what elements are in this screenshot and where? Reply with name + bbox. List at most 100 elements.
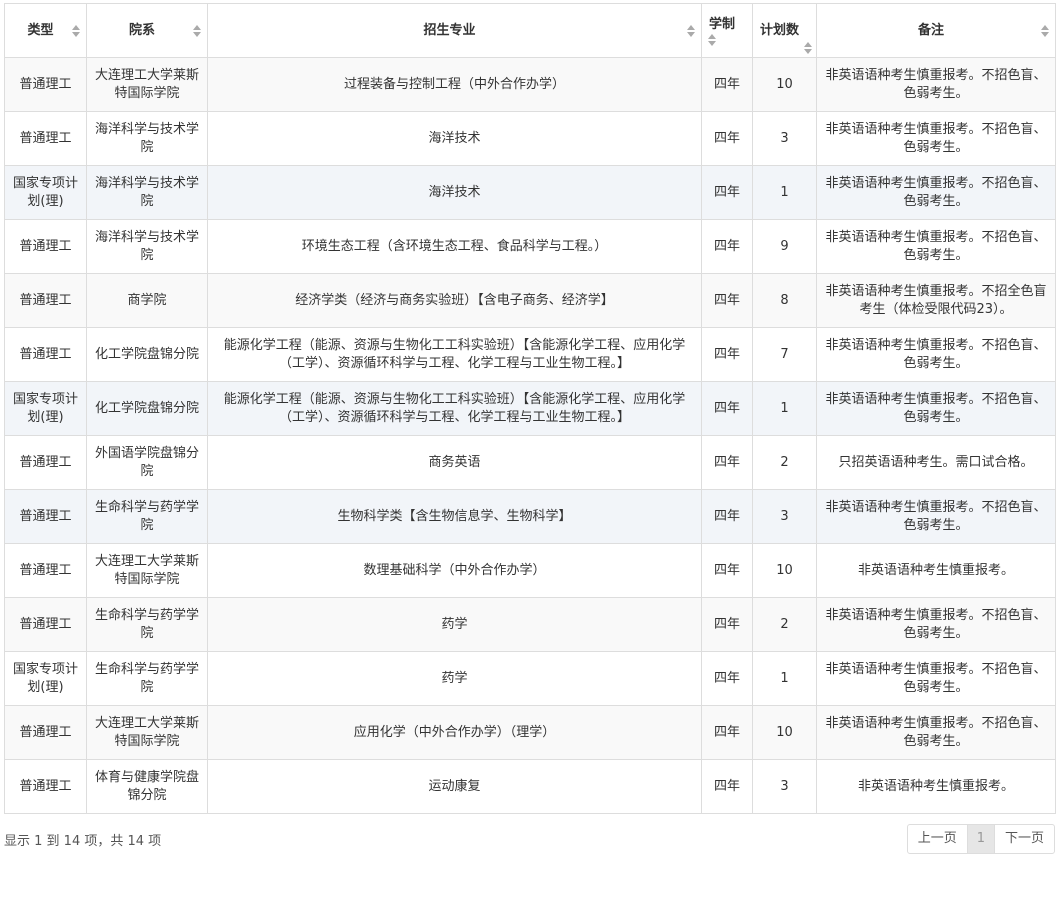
table-row: 普通理工 化工学院盘锦分院 能源化学工程（能源、资源与生物化工工科实验班）【含能源化… xyxy=(4,327,1056,382)
table-row: 国家专项计划(理) 化工学院盘锦分院 能源化学工程（能源、资源与生物化工工科实验班）… xyxy=(4,381,1056,436)
cell-note: 非英语语种考生慎重报考。不招色盲、色弱考生。 xyxy=(816,489,1056,544)
table-row: 国家专项计划(理) 海洋科学与技术学院 海洋技术 四年 1 非英语语种考生慎重报考。不招色… xyxy=(4,165,1056,220)
table-row: 普通理工 商学院 经济学类（经济与商务实验班）【含电子商务、经济学】 四年 8 非英语语种… xyxy=(4,273,1056,328)
column-header-note-label: 备注 xyxy=(917,22,944,38)
sort-icon[interactable] xyxy=(687,24,695,37)
cell-years: 四年 xyxy=(701,327,753,382)
cell-years: 四年 xyxy=(701,489,753,544)
cell-major: 经济学类（经济与商务实验班）【含电子商务、经济学】 xyxy=(207,273,702,328)
cell-note: 非英语语种考生慎重报考。不招色盲、色弱考生。 xyxy=(816,327,1056,382)
cell-years: 四年 xyxy=(701,543,753,598)
cell-major: 能源化学工程（能源、资源与生物化工工科实验班）【含能源化学工程、应用化学（工学）… xyxy=(207,327,702,382)
cell-note: 非英语语种考生慎重报考。不招色盲、色弱考生。 xyxy=(816,597,1056,652)
cell-dept: 外国语学院盘锦分院 xyxy=(86,435,208,490)
cell-years: 四年 xyxy=(701,705,753,760)
column-header-years[interactable]: 学制 xyxy=(701,3,753,58)
cell-type: 国家专项计划(理) xyxy=(4,165,87,220)
sort-icon[interactable] xyxy=(193,24,201,37)
table-row: 普通理工 海洋科学与技术学院 环境生态工程（含环境生态工程、食品科学与工程。） 四年 9… xyxy=(4,219,1056,274)
cell-plan: 1 xyxy=(752,165,817,220)
cell-plan: 1 xyxy=(752,651,817,706)
cell-dept: 海洋科学与技术学院 xyxy=(86,165,208,220)
cell-plan: 7 xyxy=(752,327,817,382)
cell-plan: 9 xyxy=(752,219,817,274)
cell-years: 四年 xyxy=(701,381,753,436)
table-body: 普通理工 大连理工大学莱斯特国际学院 过程装备与控制工程（中外合作办学） 四年 10 非英… xyxy=(4,57,1056,814)
table-row: 普通理工 大连理工大学莱斯特国际学院 数理基础科学（中外合作办学） 四年 10 非英语语种… xyxy=(4,543,1056,598)
cell-major: 数理基础科学（中外合作办学） xyxy=(207,543,702,598)
cell-type: 普通理工 xyxy=(4,759,87,814)
cell-major: 海洋技术 xyxy=(207,111,702,166)
cell-type: 普通理工 xyxy=(4,327,87,382)
table-header-row: 类型 院系 招生专业 学制 计划数 备注 xyxy=(4,3,1056,58)
cell-note: 非英语语种考生慎重报考。不招色盲、色弱考生。 xyxy=(816,57,1056,112)
column-header-plan[interactable]: 计划数 xyxy=(752,3,817,58)
cell-dept: 生命科学与药学学院 xyxy=(86,489,208,544)
page: 类型 院系 招生专业 学制 计划数 备注 普通理工 大连理工大学莱斯特国际学院 过程… xyxy=(0,0,1059,915)
cell-note: 非英语语种考生慎重报考。不招全色盲考生（体检受限代码23）。 xyxy=(816,273,1056,328)
page-1-button[interactable]: 1 xyxy=(966,824,995,854)
cell-years: 四年 xyxy=(701,111,753,166)
next-page-button[interactable]: 下一页 xyxy=(993,824,1055,854)
cell-major: 生物科学类【含生物信息学、生物科学】 xyxy=(207,489,702,544)
cell-type: 普通理工 xyxy=(4,219,87,274)
cell-dept: 化工学院盘锦分院 xyxy=(86,327,208,382)
column-header-plan-label: 计划数 xyxy=(759,22,799,38)
cell-plan: 10 xyxy=(752,705,817,760)
cell-major: 药学 xyxy=(207,597,702,652)
cell-major: 海洋技术 xyxy=(207,165,702,220)
cell-type: 普通理工 xyxy=(4,543,87,598)
sort-icon[interactable] xyxy=(72,24,80,37)
cell-dept: 大连理工大学莱斯特国际学院 xyxy=(86,705,208,760)
column-header-type[interactable]: 类型 xyxy=(4,3,87,58)
cell-dept: 化工学院盘锦分院 xyxy=(86,381,208,436)
cell-years: 四年 xyxy=(701,57,753,112)
cell-major: 环境生态工程（含环境生态工程、食品科学与工程。） xyxy=(207,219,702,274)
table-row: 普通理工 生命科学与药学学院 生物科学类【含生物信息学、生物科学】 四年 3 非英语语种考… xyxy=(4,489,1056,544)
cell-years: 四年 xyxy=(701,165,753,220)
cell-note: 非英语语种考生慎重报考。不招色盲、色弱考生。 xyxy=(816,219,1056,274)
pagination-info: 显示 1 到 14 项，共 14 项 xyxy=(4,834,162,849)
cell-note: 非英语语种考生慎重报考。 xyxy=(816,759,1056,814)
prev-page-button[interactable]: 上一页 xyxy=(906,824,968,854)
cell-note: 非英语语种考生慎重报考。不招色盲、色弱考生。 xyxy=(816,651,1056,706)
cell-major: 商务英语 xyxy=(207,435,702,490)
sort-icon[interactable] xyxy=(1041,24,1049,37)
cell-plan: 2 xyxy=(752,435,817,490)
cell-note: 非英语语种考生慎重报考。不招色盲、色弱考生。 xyxy=(816,705,1056,760)
cell-dept: 大连理工大学莱斯特国际学院 xyxy=(86,543,208,598)
table-row: 普通理工 大连理工大学莱斯特国际学院 过程装备与控制工程（中外合作办学） 四年 10 非英… xyxy=(4,57,1056,112)
cell-note: 非英语语种考生慎重报考。不招色盲、色弱考生。 xyxy=(816,381,1056,436)
cell-type: 普通理工 xyxy=(4,489,87,544)
admission-table: 类型 院系 招生专业 学制 计划数 备注 普通理工 大连理工大学莱斯特国际学院 过程… xyxy=(4,3,1056,814)
cell-note: 只招英语语种考生。需口试合格。 xyxy=(816,435,1056,490)
sort-icon[interactable] xyxy=(804,42,812,54)
cell-note: 非英语语种考生慎重报考。不招色盲、色弱考生。 xyxy=(816,165,1056,220)
cell-dept: 海洋科学与技术学院 xyxy=(86,219,208,274)
cell-dept: 大连理工大学莱斯特国际学院 xyxy=(86,57,208,112)
cell-type: 普通理工 xyxy=(4,597,87,652)
cell-plan: 10 xyxy=(752,57,817,112)
cell-years: 四年 xyxy=(701,273,753,328)
cell-major: 能源化学工程（能源、资源与生物化工工科实验班）【含能源化学工程、应用化学（工学）… xyxy=(207,381,702,436)
table-row: 普通理工 生命科学与药学学院 药学 四年 2 非英语语种考生慎重报考。不招色盲、色弱考生。 xyxy=(4,597,1056,652)
cell-type: 普通理工 xyxy=(4,705,87,760)
column-header-type-label: 类型 xyxy=(27,22,54,38)
column-header-note[interactable]: 备注 xyxy=(816,3,1056,58)
column-header-dept[interactable]: 院系 xyxy=(86,3,208,58)
cell-plan: 1 xyxy=(752,381,817,436)
table-row: 普通理工 外国语学院盘锦分院 商务英语 四年 2 只招英语语种考生。需口试合格。 xyxy=(4,435,1056,490)
cell-plan: 10 xyxy=(752,543,817,598)
cell-type: 普通理工 xyxy=(4,273,87,328)
sort-icon[interactable] xyxy=(708,33,736,46)
cell-plan: 2 xyxy=(752,597,817,652)
column-header-major[interactable]: 招生专业 xyxy=(207,3,702,58)
cell-type: 普通理工 xyxy=(4,57,87,112)
cell-years: 四年 xyxy=(701,219,753,274)
cell-major: 运动康复 xyxy=(207,759,702,814)
cell-dept: 海洋科学与技术学院 xyxy=(86,111,208,166)
cell-type: 普通理工 xyxy=(4,111,87,166)
cell-plan: 8 xyxy=(752,273,817,328)
cell-major: 药学 xyxy=(207,651,702,706)
pagination: 上一页 1 下一页 xyxy=(906,824,1055,854)
